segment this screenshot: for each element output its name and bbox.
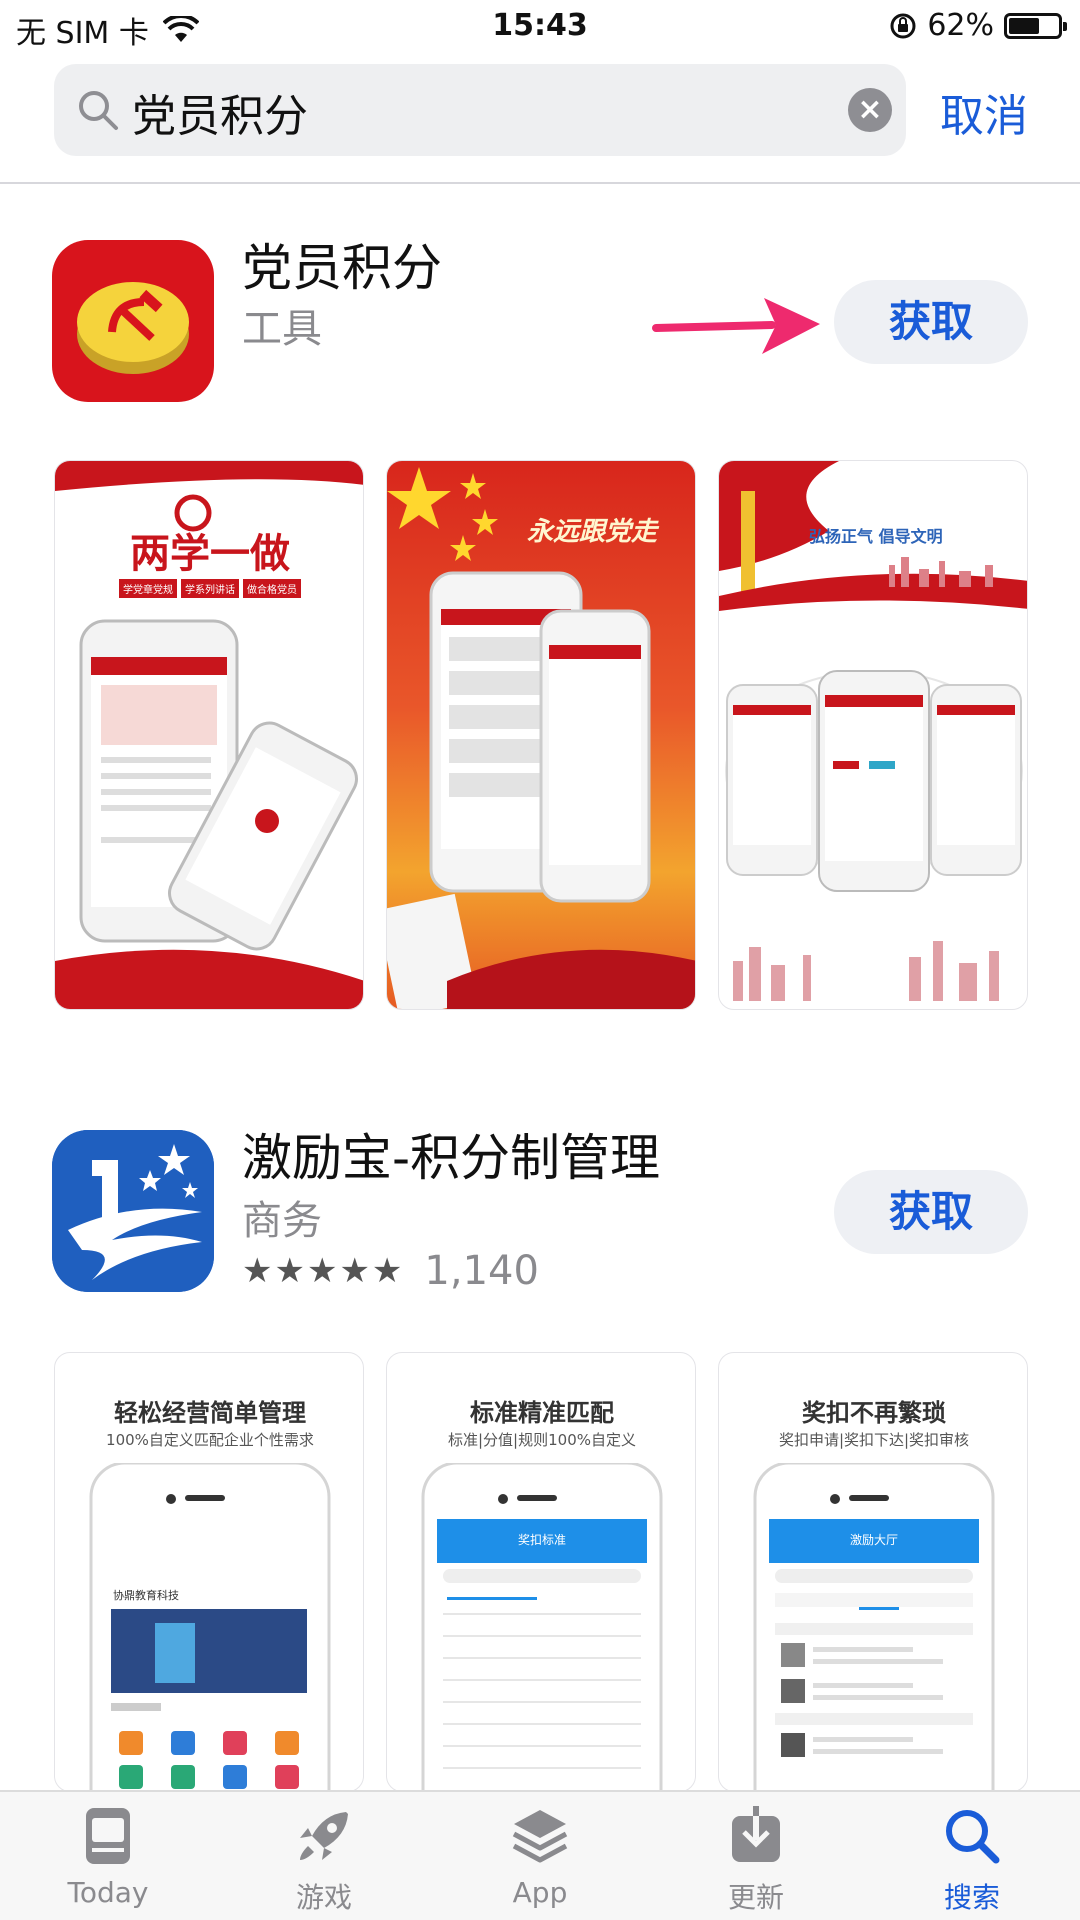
tab-apps[interactable]: App xyxy=(432,1792,648,1920)
mock-screen-title: 协鼎教育科技 xyxy=(113,1589,179,1602)
screenshot-1[interactable]: 两学一做 学党章党规 学系列讲话 做合格党员 xyxy=(54,460,364,1010)
screenshot-headline: 两学一做 xyxy=(130,531,290,577)
screenshot-subtitle: 100%自定义匹配企业个性需求 xyxy=(106,1431,314,1449)
tag: 学党章党规 xyxy=(119,579,177,598)
tab-search[interactable]: 搜索 xyxy=(864,1792,1080,1920)
battery-percent: 62% xyxy=(927,8,994,43)
app-category: 工具 xyxy=(242,306,322,352)
layers-icon xyxy=(512,1810,568,1863)
tab-label: Today xyxy=(67,1876,149,1909)
tag: 做合格党员 xyxy=(243,579,301,598)
orientation-lock-icon xyxy=(890,13,916,38)
tab-label: 更新 xyxy=(727,1881,784,1914)
download-icon xyxy=(732,1806,780,1862)
screenshot-headline: 轻松经营简单管理 xyxy=(114,1399,306,1427)
app-title[interactable]: 党员积分 xyxy=(242,228,442,300)
phone-mockup xyxy=(421,1463,663,1791)
mock-screen-title: 激励大厅 xyxy=(849,1533,898,1547)
tab-updates[interactable]: 更新 xyxy=(648,1792,864,1920)
get-button[interactable]: 获取 xyxy=(834,1170,1028,1254)
rating: ★★★★★ 1,140 xyxy=(242,1248,539,1294)
tag: 学系列讲话 xyxy=(181,579,239,598)
screenshot-subtitle: 标准|分值|规则100%自定义 xyxy=(448,1431,636,1449)
screenshot-4[interactable]: 轻松经营简单管理 100%自定义匹配企业个性需求 协鼎教育科技 xyxy=(54,1352,364,1792)
battery-icon xyxy=(1004,12,1067,39)
screenshot-2[interactable]: 永远跟党走 xyxy=(386,460,696,1010)
star-rating-icon: ★★★★★ xyxy=(242,1251,405,1291)
app-title[interactable]: 激励宝-积分制管理 xyxy=(242,1118,660,1190)
app-icon-incentive[interactable] xyxy=(52,1130,214,1292)
screenshot-subtitle: 奖扣申请|奖扣下达|奖扣审核 xyxy=(778,1431,970,1449)
battery-fill xyxy=(1009,17,1039,34)
phone-mockup xyxy=(753,1463,995,1791)
search-icon xyxy=(79,91,118,130)
screenshot-headline: 奖扣不再繁琐 xyxy=(802,1399,946,1427)
today-icon xyxy=(86,1808,130,1864)
tab-label: App xyxy=(512,1876,568,1909)
screenshot-headline: 弘扬正气 倡导文明 xyxy=(809,527,943,546)
tag-row: 学党章党规 学系列讲话 做合格党员 xyxy=(69,579,351,598)
cancel-button[interactable]: 取消 xyxy=(940,80,1028,144)
app-icon-party-points[interactable] xyxy=(52,240,214,402)
tab-bar: Today 游戏 App 更新 搜索 xyxy=(0,1790,1080,1920)
search-input[interactable]: 党员积分 xyxy=(132,80,308,144)
hammer-sickle-icon xyxy=(77,282,189,374)
phone-mockup xyxy=(89,1463,331,1791)
search-icon xyxy=(946,1810,1000,1864)
rocket-icon xyxy=(300,1812,348,1860)
status-bar: 无 SIM 卡 15:43 62% xyxy=(0,0,1080,56)
screenshot-headline: 永远跟党走 xyxy=(527,517,658,547)
tab-label: 游戏 xyxy=(295,1881,352,1914)
search-bar[interactable]: 党员积分 × xyxy=(54,64,906,156)
tab-games[interactable]: 游戏 xyxy=(216,1792,432,1920)
clear-search-button[interactable]: × xyxy=(848,88,892,132)
app-category: 商务 xyxy=(242,1198,322,1244)
get-button[interactable]: 获取 xyxy=(834,280,1028,364)
divider xyxy=(0,182,1080,184)
tab-label: 搜索 xyxy=(943,1881,1000,1914)
screenshot-6[interactable]: 奖扣不再繁琐 奖扣申请|奖扣下达|奖扣审核 激励大厅 xyxy=(718,1352,1028,1792)
screenshot-headline: 标准精准匹配 xyxy=(470,1399,614,1427)
pink-arrow-annotation xyxy=(652,298,820,354)
mock-screen-title: 奖扣标准 xyxy=(517,1533,566,1547)
incentive-logo-icon xyxy=(52,1130,214,1292)
screenshot-5[interactable]: 标准精准匹配 标准|分值|规则100%自定义 奖扣标准 xyxy=(386,1352,696,1792)
status-right: 62% xyxy=(889,8,1067,43)
tab-today[interactable]: Today xyxy=(0,1792,216,1920)
screenshot-3[interactable]: 弘扬正气 倡导文明 xyxy=(718,460,1028,1010)
rating-count: 1,140 xyxy=(424,1248,539,1294)
